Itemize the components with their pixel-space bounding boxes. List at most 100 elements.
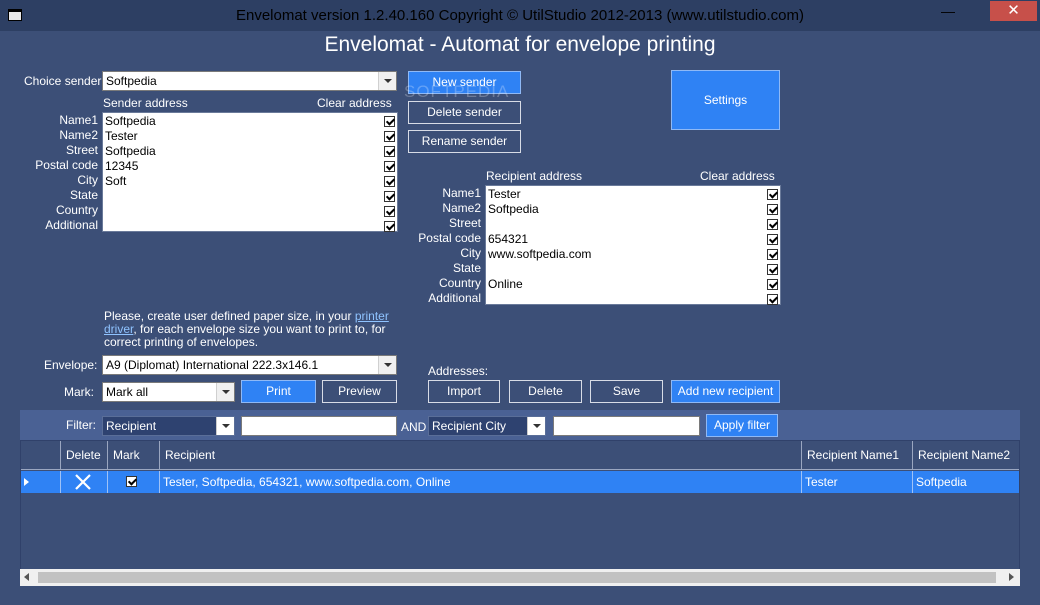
mark-label: Mark: <box>64 385 94 399</box>
recipient-field-street[interactable] <box>486 217 780 232</box>
scroll-right-icon[interactable] <box>1009 573 1014 581</box>
sender-label-country: Country <box>55 203 98 217</box>
sender-label-city: City <box>77 173 98 187</box>
recipient-label-city: City <box>460 246 481 260</box>
mark-select[interactable]: Mark all <box>102 382 235 402</box>
row-selector[interactable] <box>21 471 61 493</box>
printer-driver-link[interactable]: printer <box>355 309 389 323</box>
filter-value1-input[interactable] <box>241 416 397 436</box>
clear-checkbox[interactable] <box>384 146 395 157</box>
row-delete-cell[interactable] <box>61 471 108 493</box>
filter-field1-value: Recipient <box>106 419 157 433</box>
recipient-clear-label: Clear address <box>700 169 775 183</box>
sender-field-street[interactable]: Softpedia <box>103 144 397 159</box>
grid-header-recipient[interactable]: Recipient <box>160 441 802 469</box>
recipient-address-panel: Tester Softpedia 654321 www.softpedia.co… <box>485 185 781 305</box>
grid-header-name1[interactable]: Recipient Name1 <box>802 441 913 469</box>
settings-button[interactable]: Settings <box>671 70 780 130</box>
recipient-label-country: Country <box>438 276 481 290</box>
envelope-select-value: A9 (Diplomat) International 222.3x146.1 <box>106 358 319 372</box>
recipient-field-city[interactable]: www.softpedia.com <box>486 247 780 262</box>
recipient-label-state: State <box>452 261 481 275</box>
recipient-field-country[interactable]: Online <box>486 277 780 292</box>
sender-field-name1[interactable]: Softpedia <box>103 114 397 129</box>
apply-filter-button[interactable]: Apply filter <box>706 414 778 437</box>
clear-checkbox[interactable] <box>767 219 778 230</box>
watermark: SOFTPEDIA <box>404 82 510 101</box>
sender-field-state[interactable] <box>103 189 397 204</box>
clear-checkbox[interactable] <box>767 204 778 215</box>
grid-header-divider <box>21 469 1019 470</box>
delete-recipient-button[interactable]: Delete <box>509 380 582 403</box>
clear-checkbox[interactable] <box>767 189 778 200</box>
sender-field-additional[interactable] <box>103 219 397 234</box>
chevron-down-icon <box>378 356 396 374</box>
recipient-label-name1: Name1 <box>442 186 481 200</box>
delete-x-icon[interactable] <box>73 473 93 491</box>
recipient-label-street: Street <box>448 216 481 230</box>
row-name1-cell[interactable]: Tester <box>802 471 913 493</box>
row-mark-cell[interactable] <box>108 471 160 493</box>
minimize-button[interactable]: — <box>936 1 960 23</box>
recipient-field-state[interactable] <box>486 262 780 277</box>
recipient-field-additional[interactable] <box>486 292 780 307</box>
recipient-field-labels: Name1 Name2 Street Postal code City Stat… <box>380 185 485 305</box>
recipient-field-name2[interactable]: Softpedia <box>486 202 780 217</box>
add-new-recipient-button[interactable]: Add new recipient <box>671 380 780 403</box>
scroll-left-icon[interactable] <box>24 573 29 581</box>
scrollbar-thumb[interactable] <box>38 572 996 583</box>
grid-header-delete[interactable]: Delete <box>61 441 108 469</box>
sender-field-city[interactable]: Soft <box>103 174 397 189</box>
grid-header-mark[interactable]: Mark <box>108 441 160 469</box>
recipient-address-label: Recipient address <box>486 169 583 183</box>
row-mark-checkbox[interactable] <box>126 476 137 487</box>
sender-label-street: Street <box>65 143 98 157</box>
row-pointer-icon <box>24 478 29 486</box>
printer-driver-link-2[interactable]: driver <box>104 322 133 336</box>
filter-and-label: AND <box>401 420 427 434</box>
sender-label-name2: Name2 <box>59 128 98 142</box>
clear-checkbox[interactable] <box>384 116 395 127</box>
print-button[interactable]: Print <box>241 380 316 403</box>
chevron-down-icon <box>216 383 234 401</box>
clear-checkbox[interactable] <box>767 279 778 290</box>
filter-field1-select[interactable]: Recipient <box>102 416 235 436</box>
envelope-label: Envelope: <box>44 358 98 372</box>
filter-value2-input[interactable] <box>553 416 700 436</box>
sender-field-name2[interactable]: Tester <box>103 129 397 144</box>
chevron-down-icon <box>527 417 545 435</box>
recipient-label-postal: Postal code <box>418 231 481 245</box>
sender-select-value: Softpedia <box>106 74 157 88</box>
recipient-field-postal[interactable]: 654321 <box>486 232 780 247</box>
sender-address-panel: Softpedia Tester Softpedia 12345 Soft <box>102 112 398 232</box>
table-row[interactable]: Tester, Softpedia, 654321, www.softpedia… <box>21 471 1019 493</box>
save-button[interactable]: Save <box>590 380 663 403</box>
paper-size-info: Please, create user defined paper size, … <box>104 309 389 349</box>
sender-field-postal[interactable]: 12345 <box>103 159 397 174</box>
recipient-field-name1[interactable]: Tester <box>486 187 780 202</box>
import-button[interactable]: Import <box>428 380 500 403</box>
delete-sender-button[interactable]: Delete sender <box>408 101 521 124</box>
preview-button[interactable]: Preview <box>322 380 397 403</box>
row-name2-cell[interactable]: Softpedia <box>913 471 1019 493</box>
sender-field-country[interactable] <box>103 204 397 219</box>
sender-label-postal: Postal code <box>35 158 98 172</box>
sender-select[interactable]: Softpedia <box>102 71 397 91</box>
clear-checkbox[interactable] <box>767 249 778 260</box>
page-title: Envelomat - Automat for envelope printin… <box>324 33 716 56</box>
grid-header-name2[interactable]: Recipient Name2 <box>913 441 1019 469</box>
addresses-label: Addresses: <box>428 364 489 378</box>
chevron-down-icon <box>378 72 396 90</box>
rename-sender-button[interactable]: Rename sender <box>408 130 521 153</box>
filter-field2-select[interactable]: Recipient City <box>428 416 546 436</box>
clear-checkbox[interactable] <box>767 294 778 305</box>
envelope-select[interactable]: A9 (Diplomat) International 222.3x146.1 <box>102 355 397 375</box>
clear-checkbox[interactable] <box>767 234 778 245</box>
close-button[interactable]: ✕ <box>990 1 1037 21</box>
clear-checkbox[interactable] <box>384 131 395 142</box>
clear-checkbox[interactable] <box>767 264 778 275</box>
sender-label-additional: Additional <box>45 218 98 232</box>
clear-checkbox[interactable] <box>384 161 395 172</box>
recipient-grid: Delete Mark Recipient Recipient Name1 Re… <box>20 440 1020 585</box>
row-recipient-cell[interactable]: Tester, Softpedia, 654321, www.softpedia… <box>160 471 802 493</box>
